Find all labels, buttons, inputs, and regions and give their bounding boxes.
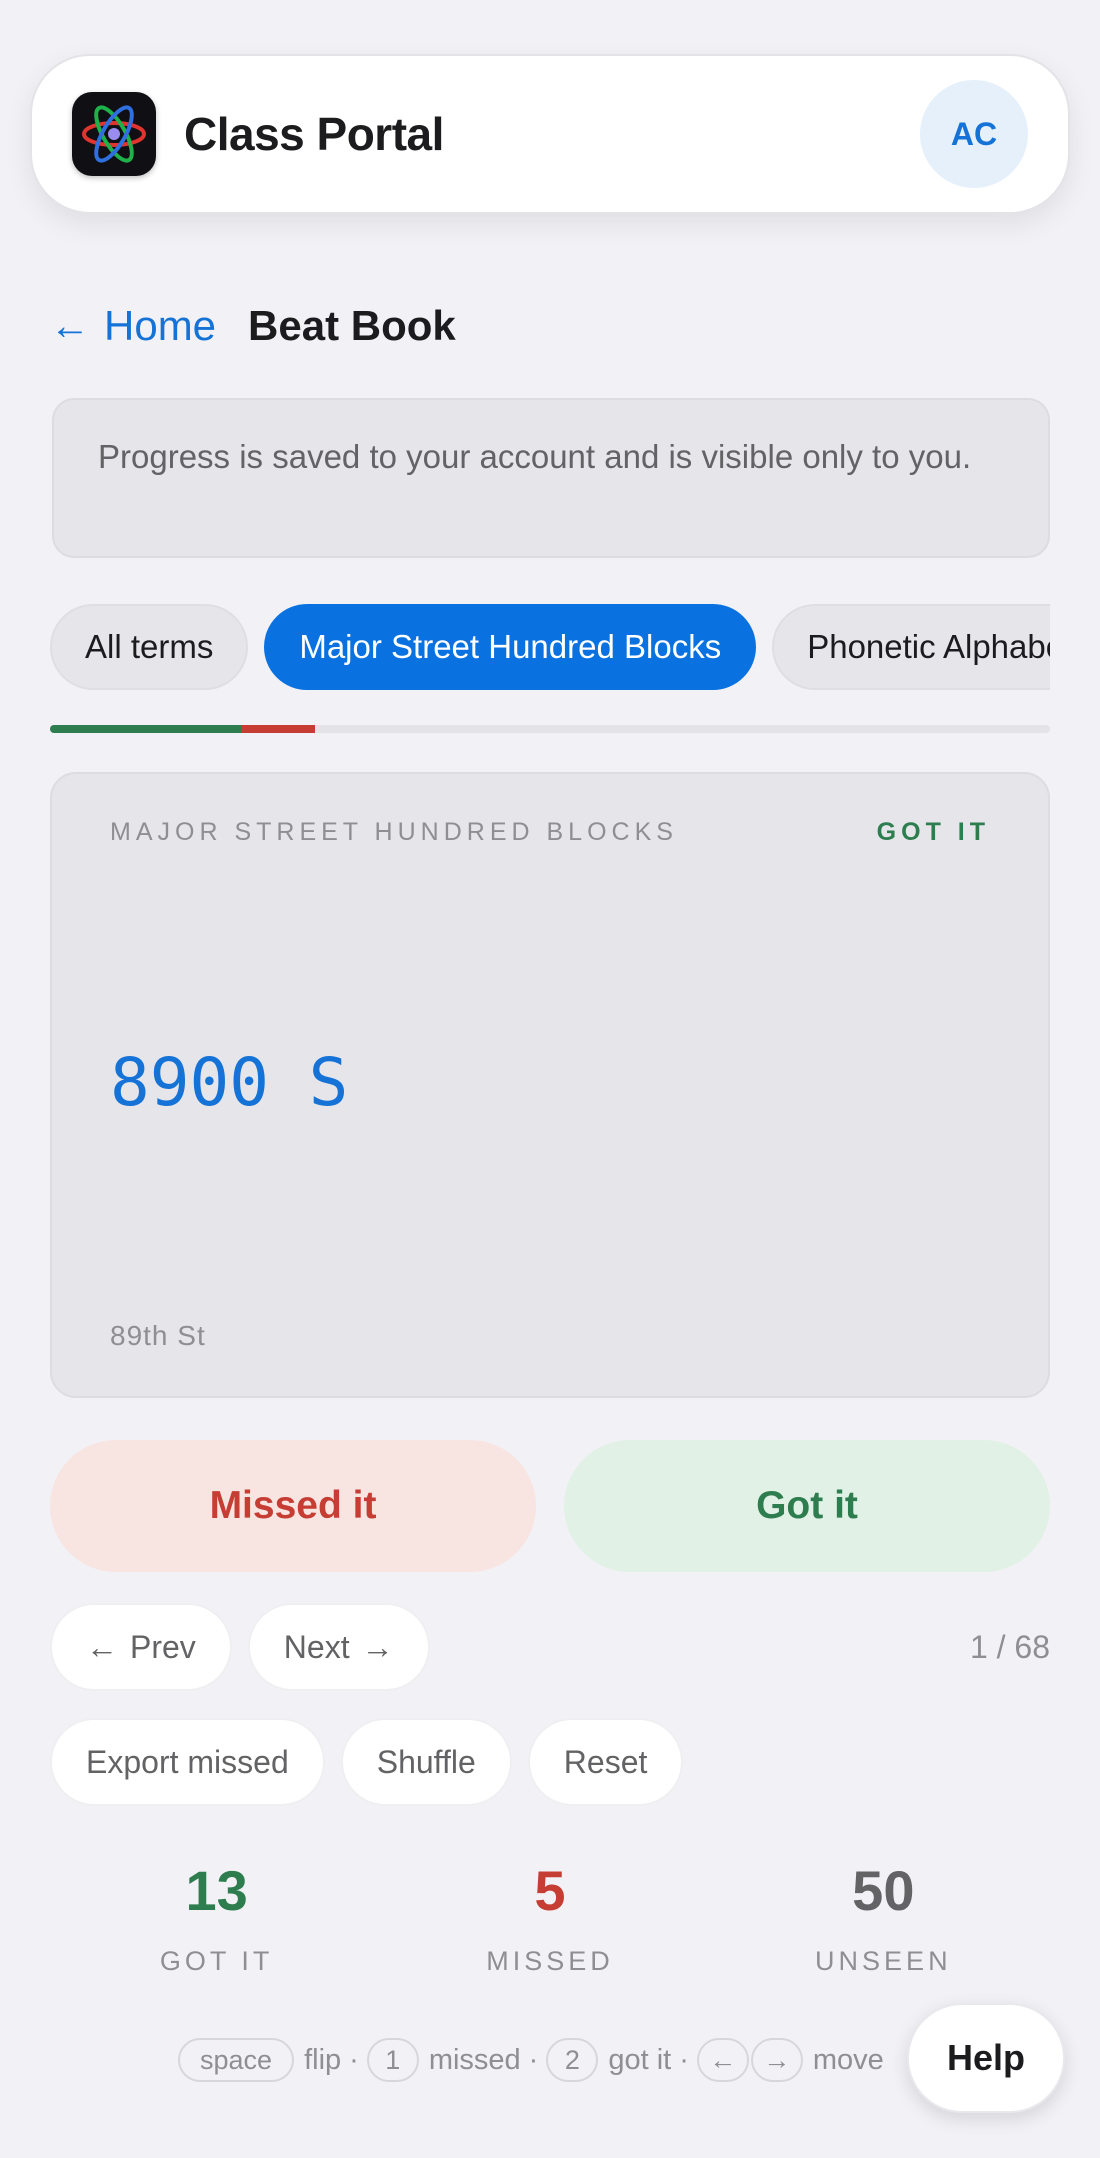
arrow-left-icon: ← (86, 1628, 118, 1665)
stat-unseen-label: UNSEEN (815, 1946, 952, 1976)
one-key-desc: missed (428, 2043, 521, 2076)
reset-button[interactable]: Reset (527, 1718, 684, 1806)
privacy-notice: Progress is saved to your account and is… (52, 398, 1050, 558)
atom-icon (72, 92, 156, 176)
keyboard-shortcuts: space flip · 1 missed · 2 got it · ← → m… (178, 2038, 884, 2082)
card-term: 8900 S (110, 1044, 349, 1121)
arrow-left-icon: ← (50, 303, 90, 348)
deck-chip-all-terms[interactable]: All terms (50, 604, 249, 690)
stat-got-it-label: GOT IT (159, 1946, 274, 1976)
deck-actions: Export missed Shuffle Reset (50, 1718, 684, 1806)
got-it-button[interactable]: Got it (564, 1440, 1050, 1572)
flashcard[interactable]: MAJOR STREET HUNDRED BLOCKS GOT IT 8900 … (50, 772, 1050, 1398)
card-hint: 89th St (110, 1320, 206, 1351)
stat-missed-label: MISSED (486, 1946, 614, 1976)
missed-it-button[interactable]: Missed it (50, 1440, 536, 1572)
two-key-desc: got it (608, 2043, 672, 2076)
card-navigation: ← Prev Next → 1 / 68 (50, 1603, 1050, 1691)
stats-summary: 13 GOT IT 5 MISSED 50 UNSEEN (50, 1856, 1050, 1977)
progress-bar (50, 725, 1050, 733)
next-button[interactable]: Next → (247, 1603, 430, 1691)
card-deck-label: MAJOR STREET HUNDRED BLOCKS (110, 818, 678, 846)
arrow-right-icon: → (361, 1628, 394, 1665)
user-avatar[interactable]: AC (920, 80, 1028, 188)
deck-chip-major-street-hundred-blocks[interactable]: Major Street Hundred Blocks (264, 604, 757, 690)
stat-got-it-value: 13 (185, 1859, 248, 1922)
export-missed-button[interactable]: Export missed (50, 1718, 325, 1806)
separator: · (349, 2043, 359, 2076)
progress-missed-segment (241, 725, 315, 733)
separator: · (528, 2043, 539, 2076)
deck-chip-phonetic-alphabet[interactable]: Phonetic Alphabet (772, 604, 1050, 690)
arrow-keys-desc: move (812, 2043, 884, 2076)
app-header: Class Portal AC (30, 54, 1070, 214)
progress-got-segment (50, 725, 242, 733)
left-arrow-key: ← (696, 2038, 749, 2082)
deck-selector: All terms Major Street Hundred Blocks Ph… (50, 604, 1050, 692)
stat-unseen-value: 50 (852, 1859, 915, 1922)
card-counter: 1 / 68 (969, 1628, 1050, 1665)
app-title: Class Portal (184, 108, 444, 160)
breadcrumb: ← Home Beat Book (50, 300, 456, 352)
one-key: 1 (366, 2038, 419, 2082)
two-key: 2 (546, 2038, 599, 2082)
stat-missed-value: 5 (534, 1859, 566, 1922)
prev-button-label: Prev (130, 1628, 196, 1665)
home-link[interactable]: ← Home (50, 302, 216, 350)
stat-got-it: 13 GOT IT (50, 1856, 383, 1977)
next-button-label: Next (283, 1628, 350, 1665)
shuffle-button[interactable]: Shuffle (340, 1718, 512, 1806)
prev-button[interactable]: ← Prev (50, 1603, 232, 1691)
card-status-badge: GOT IT (876, 818, 990, 846)
space-key-desc: flip (304, 2043, 342, 2076)
page-title: Beat Book (248, 302, 456, 349)
home-link-label: Home (104, 302, 217, 349)
stat-missed: 5 MISSED (383, 1856, 716, 1977)
space-key: space (178, 2038, 295, 2082)
separator: · (679, 2043, 689, 2076)
help-button[interactable]: Help (907, 2003, 1065, 2113)
right-arrow-key: → (750, 2038, 803, 2082)
stat-unseen: 50 UNSEEN (717, 1856, 1050, 1977)
